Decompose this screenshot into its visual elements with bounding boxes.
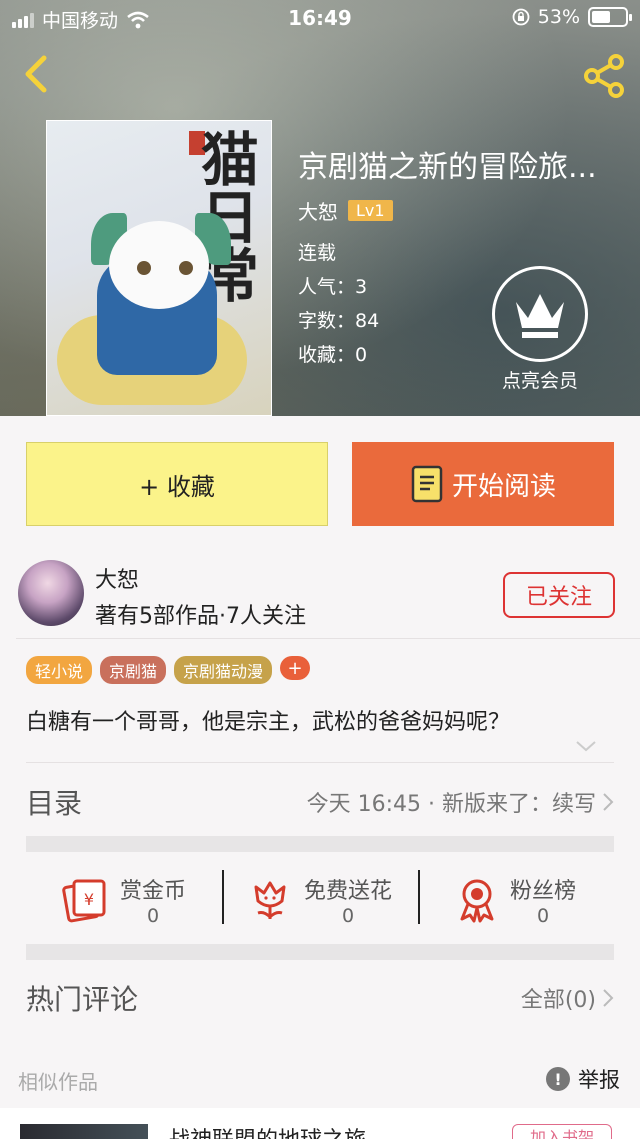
share-button[interactable] bbox=[580, 52, 628, 100]
add-tag-button[interactable]: + bbox=[280, 656, 311, 680]
book-author[interactable]: 大恕 bbox=[298, 196, 338, 225]
tag-item[interactable]: 京剧猫 bbox=[100, 656, 167, 684]
toc-label: 目录 bbox=[26, 787, 83, 820]
battery-icon bbox=[588, 7, 632, 27]
share-icon bbox=[584, 54, 624, 98]
report-label: 举报 bbox=[578, 1068, 620, 1092]
back-button[interactable] bbox=[16, 52, 56, 96]
similar-works-label: 相似作品 bbox=[18, 1070, 98, 1094]
reward-bar: ¥ 赏金币 0 免费送花 0 粉丝榜 0 bbox=[26, 856, 614, 944]
cover-eye-left bbox=[137, 261, 151, 275]
reward-value: 0 bbox=[536, 905, 550, 927]
chevron-left-icon bbox=[25, 55, 47, 93]
tag-item[interactable]: 轻小说 bbox=[26, 656, 93, 684]
follow-button[interactable]: 已关注 bbox=[503, 572, 615, 618]
battery-percent: 53% bbox=[537, 6, 580, 28]
red-packet-icon: ¥ bbox=[62, 879, 106, 923]
section-separator bbox=[26, 836, 614, 852]
alert-icon: ! bbox=[546, 1067, 570, 1091]
hot-comments-label: 热门评论 bbox=[26, 983, 139, 1016]
book-header: 中国移动 16:49 53% 猫日常 京剧猫之新的冒险旅... 大恕 Lv1 连… bbox=[0, 0, 640, 416]
book-title: 京剧猫之新的冒险旅... bbox=[298, 150, 597, 185]
action-bar: + 收藏 开始阅读 bbox=[0, 416, 640, 538]
book-detail-card: 大恕 著有5部作品·7人关注 已关注 轻小说 京剧猫 京剧猫动漫 + 白糖有一个… bbox=[0, 538, 640, 1139]
book-icon bbox=[411, 465, 443, 503]
start-reading-button[interactable]: 开始阅读 bbox=[352, 442, 614, 526]
level-badge: Lv1 bbox=[348, 200, 393, 221]
all-comments-link[interactable]: 全部(0) bbox=[521, 982, 596, 1014]
svg-text:¥: ¥ bbox=[84, 890, 94, 909]
chevron-right-icon bbox=[603, 989, 614, 1007]
list-item[interactable]: 战神联盟的地球之旅 加入书架 bbox=[0, 1108, 640, 1139]
cover-character-head bbox=[109, 221, 209, 309]
medal-icon bbox=[460, 879, 494, 923]
divider bbox=[26, 762, 614, 763]
start-reading-label: 开始阅读 bbox=[451, 471, 556, 502]
similar-book-title[interactable]: 战神联盟的地球之旅 bbox=[168, 1122, 366, 1139]
rotation-lock-icon bbox=[512, 8, 530, 26]
book-favorite-count: 收藏：0 bbox=[298, 344, 368, 366]
cover-eye-right bbox=[179, 261, 193, 275]
avatar[interactable] bbox=[18, 560, 84, 626]
book-summary: 白糖有一个哥哥，他是宗主，武松的爸爸妈妈呢？ bbox=[26, 710, 511, 735]
add-to-shelf-button[interactable]: 加入书架 bbox=[512, 1124, 612, 1139]
send-flower-button[interactable]: 免费送花 0 bbox=[222, 856, 418, 944]
book-word-count: 字数：84 bbox=[298, 310, 380, 332]
report-button[interactable]: ! 举报 bbox=[546, 1064, 620, 1094]
book-status: 连载 bbox=[298, 242, 337, 264]
favorite-button[interactable]: + 收藏 bbox=[26, 442, 328, 526]
crown-icon bbox=[516, 294, 564, 338]
section-separator bbox=[26, 944, 614, 960]
hot-comments-row[interactable]: 热门评论 全部(0) bbox=[26, 970, 614, 1026]
toc-latest-update: 今天 16:45 · 新版来了：续写 bbox=[306, 792, 596, 817]
tag-item[interactable]: 京剧猫动漫 bbox=[174, 656, 273, 684]
similar-book-cover[interactable] bbox=[20, 1124, 148, 1139]
table-of-contents-row[interactable]: 目录 今天 16:45 · 新版来了：续写 bbox=[26, 774, 614, 830]
book-cover[interactable]: 猫日常 bbox=[46, 120, 272, 416]
vip-label: 点亮会员 bbox=[501, 370, 578, 392]
fan-ranking-button[interactable]: 粉丝榜 0 bbox=[418, 856, 614, 944]
similar-works-header: 相似作品 ! 举报 bbox=[0, 1058, 640, 1104]
author-stats: 著有5部作品·7人关注 bbox=[95, 604, 306, 629]
book-popularity: 人气：3 bbox=[298, 276, 368, 298]
divider bbox=[16, 638, 640, 639]
author-name[interactable]: 大恕 bbox=[95, 562, 139, 594]
vip-button[interactable]: 点亮会员 bbox=[492, 266, 588, 393]
reward-value: 0 bbox=[341, 905, 355, 927]
tag-list: 轻小说 京剧猫 京剧猫动漫 + bbox=[26, 656, 311, 684]
reward-value: 0 bbox=[146, 905, 160, 927]
flower-icon bbox=[254, 881, 286, 920]
reward-label: 免费送花 bbox=[303, 879, 392, 904]
status-bar: 中国移动 16:49 53% bbox=[0, 0, 640, 36]
chevron-right-icon bbox=[603, 793, 614, 811]
reward-label: 赏金币 bbox=[119, 879, 186, 904]
reward-coins-button[interactable]: ¥ 赏金币 0 bbox=[26, 856, 222, 944]
chevron-down-icon[interactable] bbox=[574, 738, 598, 754]
reward-label: 粉丝榜 bbox=[509, 879, 576, 904]
